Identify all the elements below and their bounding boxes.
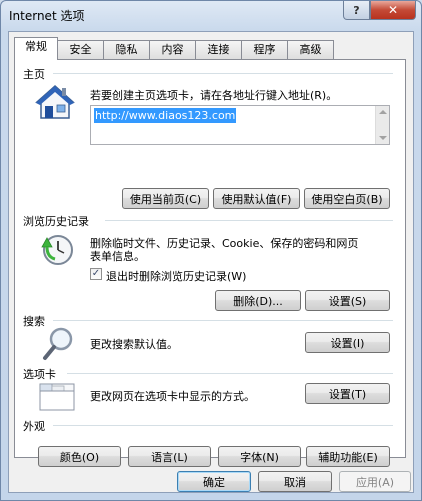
group-divider [53,73,393,74]
dialog-client-area: 常规 安全 隐私 内容 连接 程序 高级 主页 若要创建主页选项卡，请在各地址行… [8,31,414,493]
internet-options-dialog: Internet 选项 ? ✕ 常规 安全 隐私 内容 连接 程序 高级 主页 … [0,0,422,501]
cancel-button[interactable]: 取消 [258,471,332,492]
tab-content[interactable]: 内容 [149,40,196,59]
general-tab-panel: 主页 若要创建主页选项卡，请在各地址行键入地址(R)。 http://www.d… [14,59,406,467]
delete-history-button[interactable]: 删除(D)... [215,290,301,311]
tab-advanced[interactable]: 高级 [287,40,334,59]
title-bar[interactable]: Internet 选项 ? ✕ [1,1,421,29]
tabs-settings-button[interactable]: 设置(T) [305,383,390,404]
appearance-group-title: 外观 [23,420,45,433]
group-divider [105,220,393,221]
scroll-down-icon[interactable] [379,136,387,140]
apply-button[interactable]: 应用(A) [339,471,411,492]
group-divider [53,425,393,426]
history-description-line2: 表单信息。 [90,250,145,263]
group-divider [67,373,393,374]
group-divider [53,320,393,321]
help-button[interactable]: ? [343,1,370,20]
colors-button[interactable]: 颜色(O) [38,446,121,467]
homepage-description: 若要创建主页选项卡，请在各地址行键入地址(R)。 [90,89,338,102]
tab-security[interactable]: 安全 [57,40,104,59]
window-title: Internet 选项 [9,9,85,23]
tab-privacy[interactable]: 隐私 [103,40,150,59]
close-button[interactable]: ✕ [370,1,416,20]
search-settings-button[interactable]: 设置(I) [305,332,390,353]
use-blank-button[interactable]: 使用空白页(B) [304,188,390,209]
languages-button[interactable]: 语言(L) [128,446,211,467]
homepage-url-textarea[interactable]: http://www.diaos123.com [90,105,390,145]
search-description: 更改搜索默认值。 [90,338,178,351]
use-current-button[interactable]: 使用当前页(C) [122,188,209,209]
history-group-title: 浏览历史记录 [23,215,89,228]
fonts-button[interactable]: 字体(N) [218,446,301,467]
tab-programs[interactable]: 程序 [241,40,288,59]
scroll-up-icon[interactable] [379,110,387,114]
tabs-description: 更改网页在选项卡中显示的方式。 [90,390,255,403]
url-scrollbar[interactable] [375,106,389,144]
magnifier-icon [43,327,73,360]
tabs-window-icon [39,383,75,411]
use-default-button[interactable]: 使用默认值(F) [213,188,300,209]
home-icon [35,84,75,119]
tab-general[interactable]: 常规 [14,37,58,60]
delete-on-exit-label[interactable]: 退出时删除浏览历史记录(W) [106,268,246,284]
history-clock-icon [41,235,73,265]
accessibility-button[interactable]: 辅助功能(E) [306,446,390,467]
homepage-group-title: 主页 [23,68,45,81]
delete-on-exit-checkbox[interactable]: ✓ [90,268,102,280]
history-settings-button[interactable]: 设置(S) [305,290,390,311]
homepage-url-value: http://www.diaos123.com [94,108,237,123]
ok-button[interactable]: 确定 [177,471,251,492]
tab-connections[interactable]: 连接 [195,40,242,59]
